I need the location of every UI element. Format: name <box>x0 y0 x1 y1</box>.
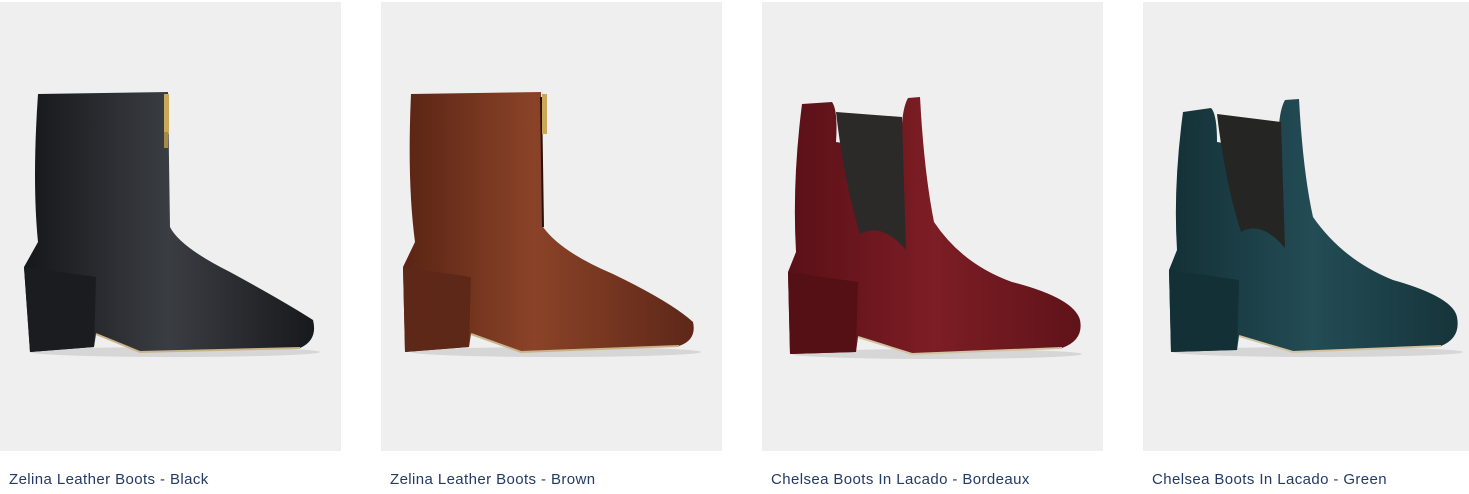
product-title-link[interactable]: Zelina Leather Boots - Brown <box>390 471 595 488</box>
product-image[interactable] <box>0 2 341 451</box>
boot-illustration <box>1169 99 1463 357</box>
product-grid: Zelina Leather Boots - Black Zelina Leat… <box>0 0 1469 494</box>
boot-illustration <box>24 92 320 357</box>
product-image[interactable] <box>762 2 1103 451</box>
product-image[interactable] <box>381 2 722 451</box>
product-title-link[interactable]: Chelsea Boots In Lacado - Bordeaux <box>771 471 1030 488</box>
boot-illustration <box>403 92 701 357</box>
boot-illustration <box>788 97 1082 359</box>
product-image[interactable] <box>1143 2 1469 451</box>
product-title-link[interactable]: Chelsea Boots In Lacado - Green <box>1152 471 1387 488</box>
product-card[interactable]: Chelsea Boots In Lacado - Green <box>1143 2 1469 494</box>
product-card[interactable]: Zelina Leather Boots - Black <box>0 2 341 494</box>
product-card[interactable]: Zelina Leather Boots - Brown <box>381 2 722 494</box>
product-card[interactable]: Chelsea Boots In Lacado - Bordeaux <box>762 2 1103 494</box>
product-title-link[interactable]: Zelina Leather Boots - Black <box>9 471 209 488</box>
